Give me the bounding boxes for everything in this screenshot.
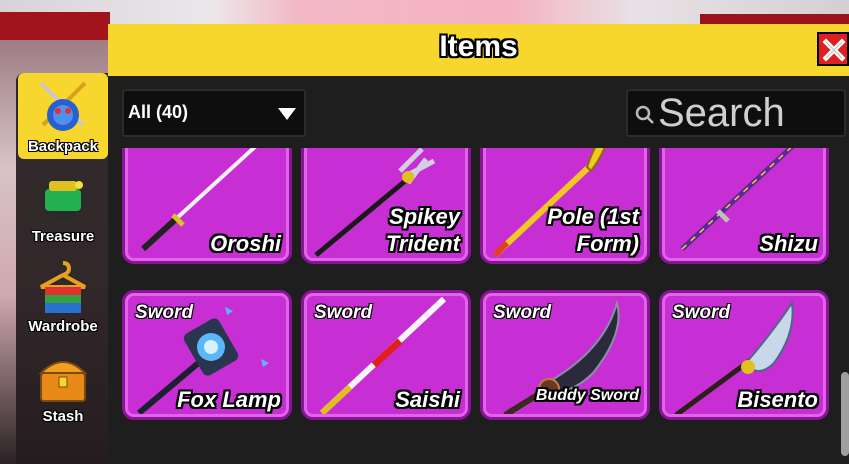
treasure-icon — [41, 177, 85, 221]
search-box — [626, 89, 846, 137]
sidebar-item-stash[interactable]: Stash — [16, 343, 110, 429]
category-filter-dropdown[interactable]: All (40) — [122, 89, 306, 137]
stash-icon — [38, 361, 88, 402]
window-title: Items — [439, 30, 518, 63]
close-icon — [822, 38, 846, 62]
grid-scrollbar[interactable] — [841, 372, 849, 456]
item-type: Sword — [135, 302, 194, 323]
title-bar: Items — [108, 24, 849, 76]
backpack-icon — [39, 81, 87, 131]
game-background-wall — [0, 12, 110, 40]
item-name: Bisento — [737, 387, 818, 412]
item-type: Sword — [672, 302, 731, 323]
sidebar-item-label: Stash — [42, 408, 84, 425]
item-name: Buddy Sword — [535, 387, 639, 404]
item-card[interactable]: Oroshi — [122, 148, 292, 264]
close-button[interactable] — [817, 32, 849, 66]
sidebar-item-treasure[interactable]: Treasure — [16, 163, 110, 249]
item-card[interactable]: Sword Saishi — [301, 290, 471, 420]
item-card[interactable]: Spikey Trident — [301, 148, 471, 264]
sidebar-item-wardrobe[interactable]: Wardrobe — [16, 253, 110, 339]
sidebar-item-backpack[interactable]: Backpack — [18, 73, 108, 159]
item-card[interactable]: Sword Bisento — [659, 290, 829, 420]
sidebar-item-label: Wardrobe — [28, 318, 98, 335]
item-type: Sword — [493, 302, 552, 323]
search-input[interactable] — [658, 93, 842, 133]
item-name: Saishi — [395, 387, 460, 412]
item-name: Oroshi — [210, 231, 281, 256]
item-name: Shizu — [759, 231, 818, 256]
items-grid: Oroshi Spikey Trident Pole (1st Form) Sh… — [108, 148, 849, 464]
search-icon — [635, 105, 654, 124]
item-card[interactable]: Sword Buddy Sword — [480, 290, 650, 420]
chevron-down-icon — [278, 108, 296, 120]
sidebar-item-label: Backpack — [27, 138, 99, 155]
item-name: Spikey Trident — [385, 204, 460, 256]
item-name: Fox Lamp — [177, 387, 281, 412]
item-name: Pole (1st Form) — [547, 204, 639, 256]
item-card[interactable]: Sword Fox Lamp — [122, 290, 292, 420]
wardrobe-icon — [40, 261, 86, 313]
item-card[interactable]: Pole (1st Form) — [480, 148, 650, 264]
items-panel: Items All (40) Oroshi — [108, 24, 849, 464]
item-type: Sword — [314, 302, 373, 323]
item-card[interactable]: Shizu — [659, 148, 829, 264]
sidebar-item-label: Treasure — [31, 228, 95, 245]
inventory-sidebar: Backpack Treasure Wardrobe Stash — [16, 73, 110, 464]
dropdown-selected-value: All (40) — [128, 102, 189, 122]
